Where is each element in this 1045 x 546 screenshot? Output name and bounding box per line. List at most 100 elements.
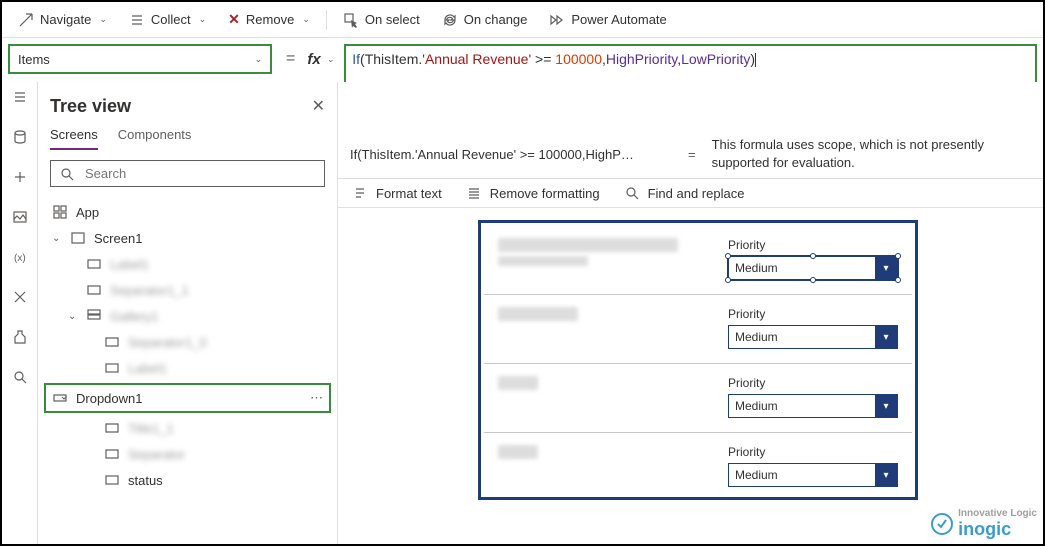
tree-item-gallery[interactable]: ⌄Gallery1: [50, 303, 325, 329]
priority-dropdown[interactable]: Medium ▾: [728, 256, 898, 280]
tree-item-blur[interactable]: Label1: [50, 355, 325, 381]
command-bar: Navigate ⌄ Collect ⌄ ✕ Remove ⌄ On selec…: [2, 2, 1043, 38]
logo-icon: [930, 512, 954, 536]
priority-dropdown[interactable]: Medium▾: [728, 463, 898, 487]
search-icon: [624, 185, 640, 201]
tree-app-label: App: [76, 205, 99, 220]
fx-label[interactable]: fx⌄: [303, 51, 338, 68]
rail-variables-icon[interactable]: (x): [11, 248, 29, 266]
gallery-icon: [86, 308, 102, 324]
on-change-label: On change: [464, 12, 528, 27]
chevron-down-icon: ⌄: [254, 54, 262, 65]
left-rail: (x): [2, 82, 38, 544]
more-icon[interactable]: ⋯: [310, 390, 323, 406]
find-replace-button[interactable]: Find and replace: [624, 185, 745, 201]
property-value: Items: [18, 52, 50, 67]
power-automate-button[interactable]: Power Automate: [539, 8, 676, 32]
navigate-icon: [18, 12, 34, 28]
control-icon: [104, 334, 120, 350]
property-selector[interactable]: Items ⌄: [8, 44, 272, 74]
tree-search[interactable]: [50, 160, 325, 187]
canvas: If(ThisItem.'Annual Revenue' >= 100000,H…: [338, 82, 1043, 544]
tree-screen1[interactable]: ⌄ Screen1: [50, 225, 325, 251]
priority-value: Medium: [729, 399, 784, 413]
remove-button[interactable]: ✕ Remove ⌄: [218, 7, 320, 32]
tree-item-blur[interactable]: Title1_1: [50, 415, 325, 441]
tree-view-panel: Tree view ✕ Screens Components App ⌄ Scr…: [38, 82, 338, 544]
tree-item-blur[interactable]: Label1: [50, 251, 325, 277]
formula-message: If(ThisItem.'Annual Revenue' >= 100000,H…: [338, 130, 1043, 179]
on-select-label: On select: [365, 12, 420, 27]
flow-icon: [549, 12, 565, 28]
chevron-down-icon: ▾: [875, 257, 897, 279]
rail-insert-icon[interactable]: [11, 168, 29, 186]
control-icon: [86, 256, 102, 272]
rail-advanced-icon[interactable]: [11, 288, 29, 306]
formula-scope-warning: This formula uses scope, which is not pr…: [704, 136, 1031, 172]
chevron-down-icon: ▾: [875, 326, 897, 348]
navigate-button[interactable]: Navigate ⌄: [8, 8, 117, 32]
rail-tools-icon[interactable]: [11, 328, 29, 346]
navigate-label: Navigate: [40, 12, 91, 27]
control-icon: [104, 472, 120, 488]
remove-label: Remove: [246, 12, 294, 27]
priority-dropdown[interactable]: Medium ▾: [728, 394, 898, 418]
rail-media-icon[interactable]: [11, 208, 29, 226]
remove-formatting-button[interactable]: Remove formatting: [466, 185, 600, 201]
formula-preview: If(ThisItem.'Annual Revenue' >= 100000,H…: [350, 147, 680, 162]
tab-components[interactable]: Components: [118, 127, 192, 150]
priority-value: Medium: [729, 330, 784, 344]
control-icon: [104, 446, 120, 462]
priority-label: Priority: [728, 307, 898, 321]
chevron-down-icon: ⌄: [302, 14, 310, 25]
chevron-down-icon: ⌄: [199, 14, 207, 25]
priority-value: Medium: [729, 261, 784, 275]
close-icon[interactable]: ✕: [312, 96, 325, 116]
tree-status-label: status: [128, 473, 163, 488]
divider: [326, 10, 327, 30]
gallery-row: Priority Medium ▾: [484, 364, 912, 433]
gallery-control[interactable]: Priority Medium ▾: [478, 220, 918, 500]
remove-x-icon: ✕: [228, 11, 240, 28]
priority-label: Priority: [728, 445, 898, 459]
tree-tabs: Screens Components: [50, 127, 325, 150]
tree-item-blur[interactable]: Separator: [50, 441, 325, 467]
priority-value: Medium: [729, 468, 784, 482]
watermark-brand: inogic: [958, 519, 1037, 540]
on-select-button[interactable]: On select: [333, 8, 430, 32]
tree-item-status[interactable]: status: [50, 467, 325, 493]
collect-icon: [129, 12, 145, 28]
gallery-row: Priority Medium ▾: [484, 226, 912, 295]
rail-search-icon[interactable]: [11, 368, 29, 386]
tree-item-blur[interactable]: Separator1_1: [50, 277, 325, 303]
priority-label: Priority: [728, 376, 898, 390]
chevron-down-icon: ⌄: [52, 233, 62, 244]
search-icon: [59, 166, 75, 182]
tree-app[interactable]: App: [50, 199, 325, 225]
watermark: Innovative Logic inogic: [930, 508, 1037, 540]
rail-tree-icon[interactable]: [11, 88, 29, 106]
on-change-button[interactable]: On change: [432, 8, 538, 32]
format-text-label: Format text: [376, 186, 442, 201]
priority-dropdown[interactable]: Medium ▾: [728, 325, 898, 349]
tree-item-dropdown1[interactable]: Dropdown1 ⋯: [44, 383, 331, 413]
tab-screens[interactable]: Screens: [50, 127, 98, 150]
collect-label: Collect: [151, 12, 191, 27]
collect-button[interactable]: Collect ⌄: [119, 8, 216, 32]
gallery-row: Priority Medium ▾: [484, 295, 912, 364]
priority-label: Priority: [728, 238, 898, 252]
format-text-button[interactable]: Format text: [352, 185, 442, 201]
chevron-down-icon: ▾: [875, 395, 897, 417]
app-icon: [52, 204, 68, 220]
format-icon: [352, 185, 368, 201]
gallery-row: Priority Medium▾: [484, 433, 912, 494]
equals-sign: =: [278, 50, 303, 68]
tree-item-blur[interactable]: Separator1_0: [50, 329, 325, 355]
search-input[interactable]: [83, 165, 316, 182]
cursor-select-icon: [343, 12, 359, 28]
rail-data-icon[interactable]: [11, 128, 29, 146]
formula-toolbar: Format text Remove formatting Find and r…: [338, 179, 1043, 208]
chevron-down-icon: ⌄: [68, 311, 78, 322]
control-icon: [86, 282, 102, 298]
tree-title: Tree view: [50, 96, 325, 117]
